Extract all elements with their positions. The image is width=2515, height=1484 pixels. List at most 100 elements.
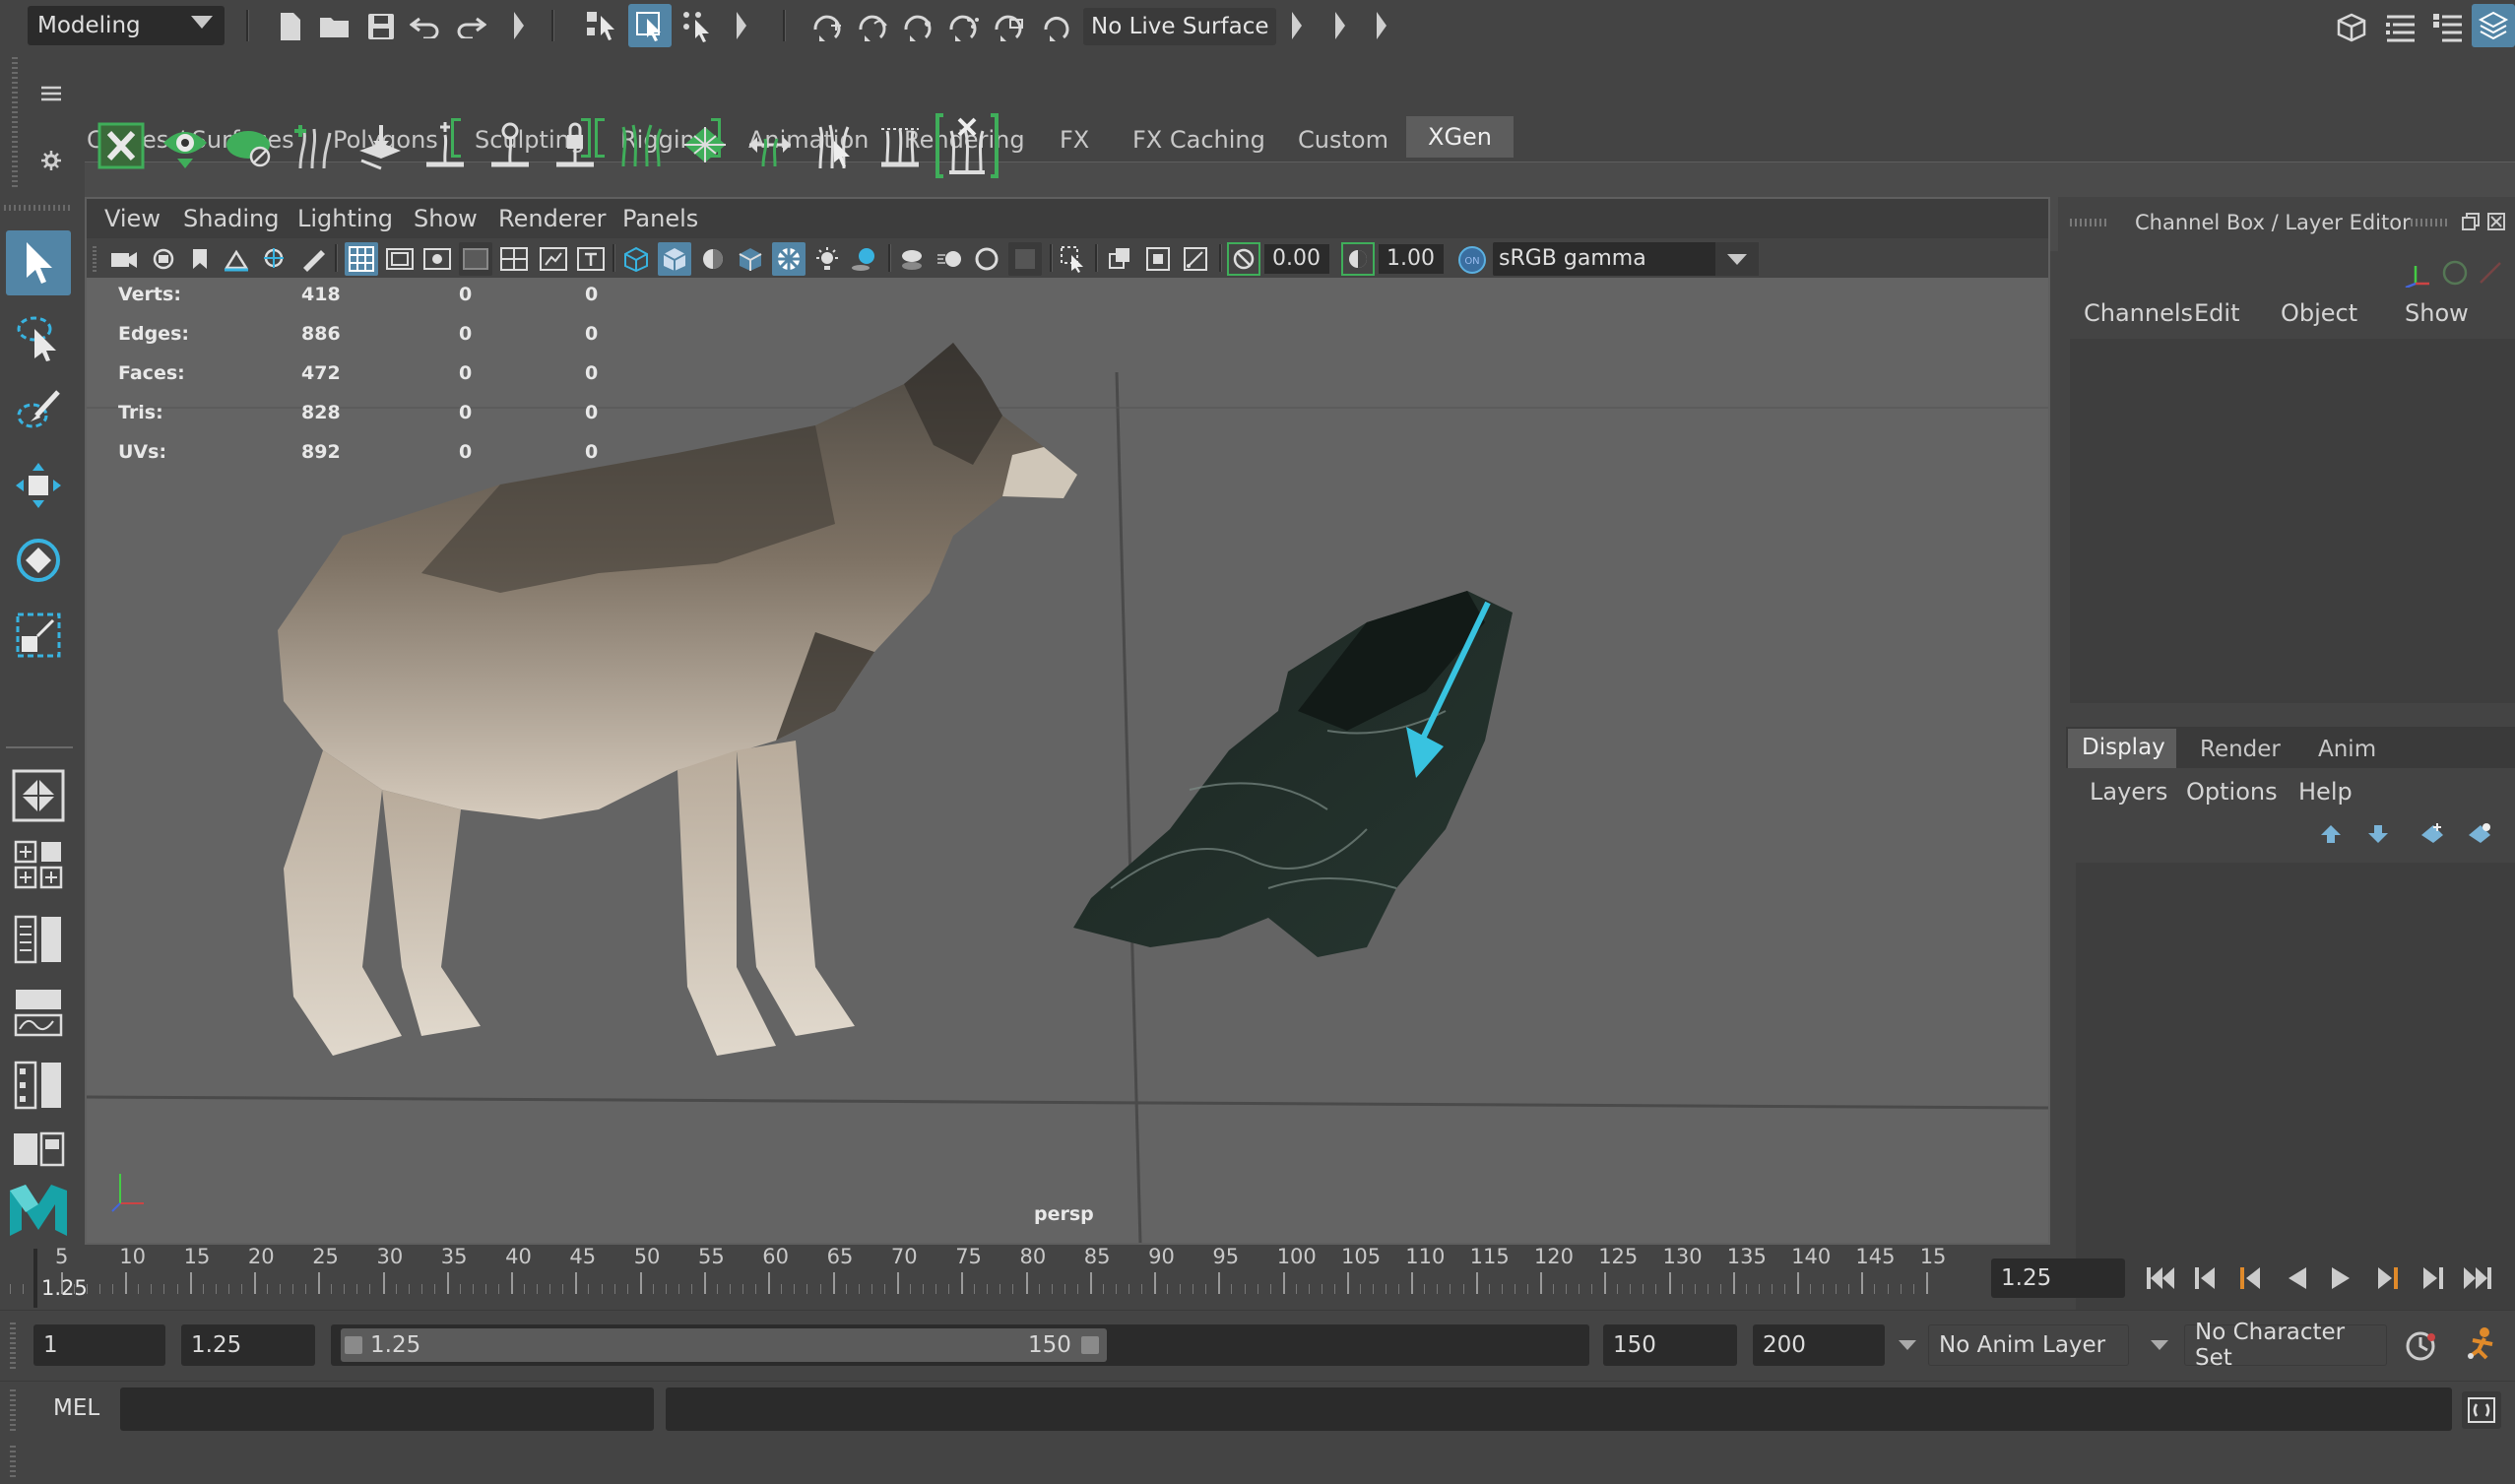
bookmark-icon[interactable] [187,244,213,274]
xgen-comb-icon[interactable] [613,118,668,173]
xgen-add-guide-icon[interactable] [418,118,473,173]
animation-preferences-icon[interactable] [2456,1323,2505,1370]
lasso-tool-icon[interactable] [6,305,71,370]
layer-menu-options[interactable]: Options [2186,778,2278,806]
xgen-guide-region-icon[interactable] [872,118,928,173]
manipulator-toggle-icon[interactable] [2438,256,2472,290]
auto-key-icon[interactable] [2399,1324,2442,1368]
select-object-icon[interactable] [628,4,672,47]
panel-menu-panels[interactable]: Panels [622,205,698,232]
toggle-tool-settings-icon[interactable] [2428,8,2468,47]
gamma-field[interactable]: 1.00 [1379,244,1444,274]
grease-pencil-icon[interactable] [297,244,329,274]
snap-grid-icon[interactable] [809,8,849,45]
snap-live-icon[interactable] [991,8,1030,45]
step-forward-frame-icon[interactable] [2367,1258,2407,1298]
menu-set-dropdown[interactable]: Modeling [28,6,225,45]
isolate-select-icon[interactable] [1058,244,1089,274]
xgen-sculpt-guide-icon[interactable] [483,118,538,173]
shadows-icon[interactable] [849,244,880,274]
range-slider-handle-bar[interactable]: 1.25 150 [341,1328,1107,1362]
animation-start-field[interactable]: 1 [33,1324,165,1366]
channel-box-menu-show[interactable]: Show [2405,299,2469,327]
wireframe-on-shaded-icon[interactable] [735,244,766,274]
layer-tab-render[interactable]: Render [2186,729,2294,768]
xgen-select-guide-icon[interactable] [807,118,863,173]
safe-title-icon[interactable] [575,244,607,274]
xgen-guide-icon[interactable] [288,118,343,173]
collapse-toggle-icon[interactable] [1292,12,1302,39]
select-component-icon[interactable] [679,8,717,45]
new-layer-selected-icon[interactable] [2464,817,2495,849]
wireframe-icon[interactable] [620,244,652,274]
shelf-tab-fx-caching[interactable]: FX Caching [1132,118,1265,161]
motion-blur-icon[interactable] [934,244,965,274]
animation-end-field[interactable]: 200 [1753,1324,1885,1366]
xgen-lock-guide-icon[interactable] [548,118,603,173]
channel-box-area[interactable] [2070,339,2515,703]
panel-menu-lighting[interactable]: Lighting [297,205,393,232]
hypershade-layout-icon[interactable] [8,1056,69,1115]
layer-tab-anim[interactable]: Anim [2304,729,2393,768]
channel-box-menu-channels[interactable]: Channels [2084,299,2193,327]
exposure-field[interactable]: 0.00 [1264,244,1329,274]
redo-icon[interactable] [453,10,488,43]
collapse-toggle-icon[interactable] [1377,12,1386,39]
xgen-place-guide-icon[interactable] [353,118,408,173]
move-layer-up-icon[interactable] [2316,819,2346,849]
resolution-gate-icon[interactable] [421,244,453,274]
playback-end-field[interactable]: 150 [1603,1324,1737,1366]
xray-icon[interactable] [1105,244,1136,274]
shelf-tab-custom[interactable]: Custom [1298,118,1388,161]
gamma-icon[interactable] [1341,242,1375,276]
live-surface-field[interactable]: No Live Surface [1083,8,1276,45]
persp-graph-layout-icon[interactable] [8,983,69,1042]
snap-rotate-icon[interactable] [1038,8,1075,45]
grid-toggle-icon[interactable] [345,242,378,276]
shelf-tab-xgen[interactable]: XGen [1406,116,1515,158]
layer-tab-display[interactable]: Display [2068,729,2176,768]
playback-start-field[interactable]: 1.25 [181,1324,315,1366]
go-to-start-icon[interactable] [2141,1258,2180,1298]
render-view-layout-icon[interactable] [8,1127,69,1172]
outliner-persp-layout-icon[interactable] [8,910,69,969]
command-input[interactable] [120,1387,654,1431]
speed-toggle-icon[interactable] [2474,256,2507,290]
step-forward-key-icon[interactable] [2413,1258,2452,1298]
move-tool-icon[interactable] [6,453,71,518]
smooth-shade-icon[interactable] [658,242,691,276]
panel-menu-view[interactable]: View [104,205,161,232]
workspace-icon[interactable] [2332,8,2371,47]
maya-logo-icon[interactable] [6,1180,71,1241]
shelf-menu-icon[interactable] [37,79,65,108]
film-gate-icon[interactable] [384,244,416,274]
step-back-frame-icon[interactable] [2231,1258,2271,1298]
single-perspective-layout-icon[interactable] [8,766,69,825]
float-panel-icon[interactable] [2460,211,2482,232]
layer-menu-help[interactable]: Help [2298,778,2353,806]
range-start-handle[interactable] [345,1336,362,1354]
play-forwards-icon[interactable] [2322,1258,2361,1298]
select-hierarchy-icon[interactable] [583,8,620,45]
anim-layer-dropdown[interactable]: No Anim Layer [1928,1324,2129,1366]
move-layer-down-icon[interactable] [2363,819,2393,849]
xgen-hide-icon[interactable] [223,118,278,173]
toggle-channel-box-icon[interactable] [2472,4,2515,47]
layer-menu-layers[interactable]: Layers [2090,778,2167,806]
new-scene-icon[interactable] [274,10,307,43]
save-scene-icon[interactable] [364,10,398,43]
select-camera-icon[interactable] [108,244,140,274]
xgen-preview-icon[interactable] [934,112,1000,179]
new-empty-layer-icon[interactable] [2417,817,2448,849]
current-frame-field[interactable]: 1.25 [1991,1258,2125,1298]
field-chart-icon[interactable] [498,244,530,274]
color-management-toggle-icon[interactable]: ON [1455,244,1489,276]
collapse-toggle-icon[interactable] [1335,12,1345,39]
2d-pan-zoom-icon[interactable] [260,244,291,274]
use-all-lights-icon[interactable] [811,244,843,274]
gate-mask-icon[interactable] [459,242,492,276]
color-space-dropdown[interactable]: sRGB gamma [1493,242,1759,276]
camera-attributes-icon[interactable] [148,244,179,274]
panel-menu-renderer[interactable]: Renderer [498,205,607,232]
script-language-button[interactable]: MEL [53,1395,99,1421]
